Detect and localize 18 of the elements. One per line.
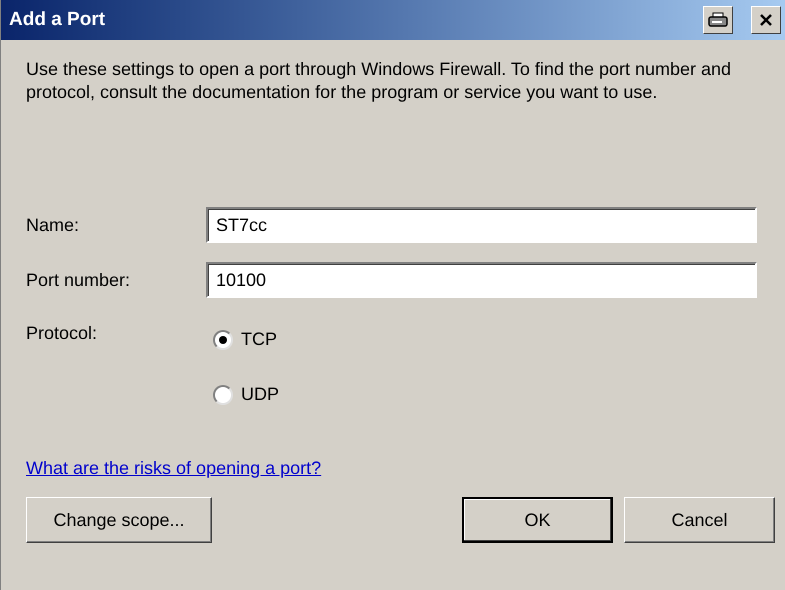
radio-option[interactable]: UDP — [213, 381, 280, 408]
printer-icon[interactable] — [703, 6, 733, 34]
help-link[interactable]: What are the risks of opening a port? — [26, 455, 322, 482]
radio-button[interactable] — [213, 330, 233, 350]
close-icon — [759, 13, 773, 27]
dialog-button[interactable]: Change scope... — [26, 497, 212, 543]
dialog-button[interactable]: Cancel — [624, 497, 775, 543]
text-field[interactable]: ST7cc — [206, 207, 757, 243]
text-field[interactable]: 10100 — [206, 262, 757, 298]
protocol-label: Protocol: — [26, 322, 98, 345]
radio-option[interactable]: TCP — [213, 326, 280, 353]
field-label: Port number: — [26, 268, 132, 292]
radio-button[interactable] — [213, 384, 233, 404]
window-title: Add a Port — [9, 8, 106, 32]
close-button[interactable] — [751, 6, 781, 34]
dialog-button[interactable]: OK — [462, 497, 613, 543]
description-text: Use these settings to open a port through Windows Firewall. To find the port number and protocol, consult the documentation for the program or service you want to use. — [25, 58, 732, 104]
field-label: Name: — [26, 214, 80, 236]
